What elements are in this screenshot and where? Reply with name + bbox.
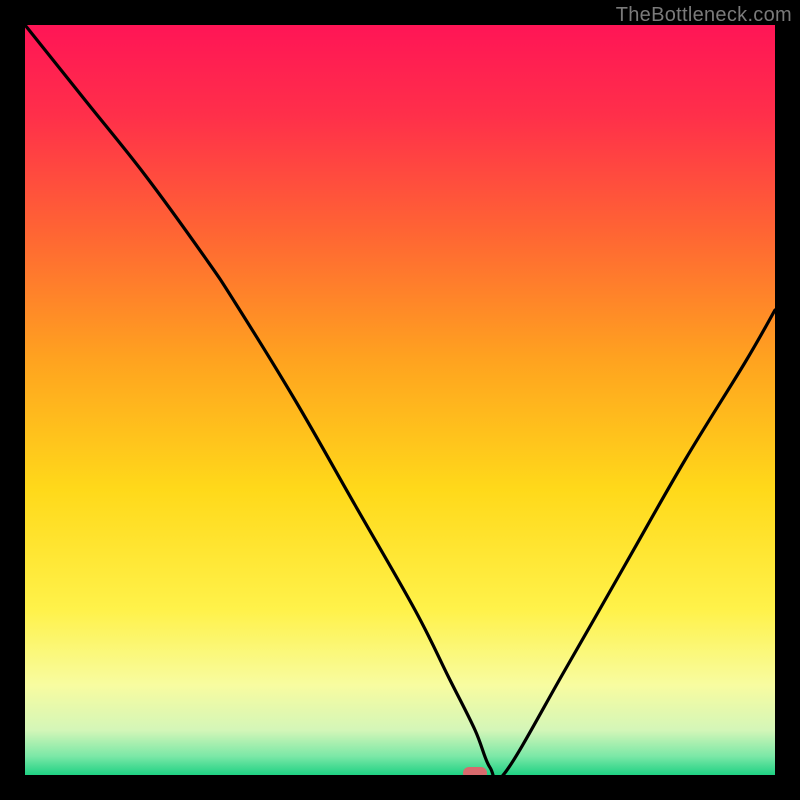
watermark-text: TheBottleneck.com xyxy=(616,4,792,27)
optimal-marker xyxy=(463,767,487,775)
plot-area xyxy=(25,25,775,775)
bottleneck-curve xyxy=(25,25,775,775)
chart-stage: TheBottleneck.com xyxy=(0,0,800,800)
